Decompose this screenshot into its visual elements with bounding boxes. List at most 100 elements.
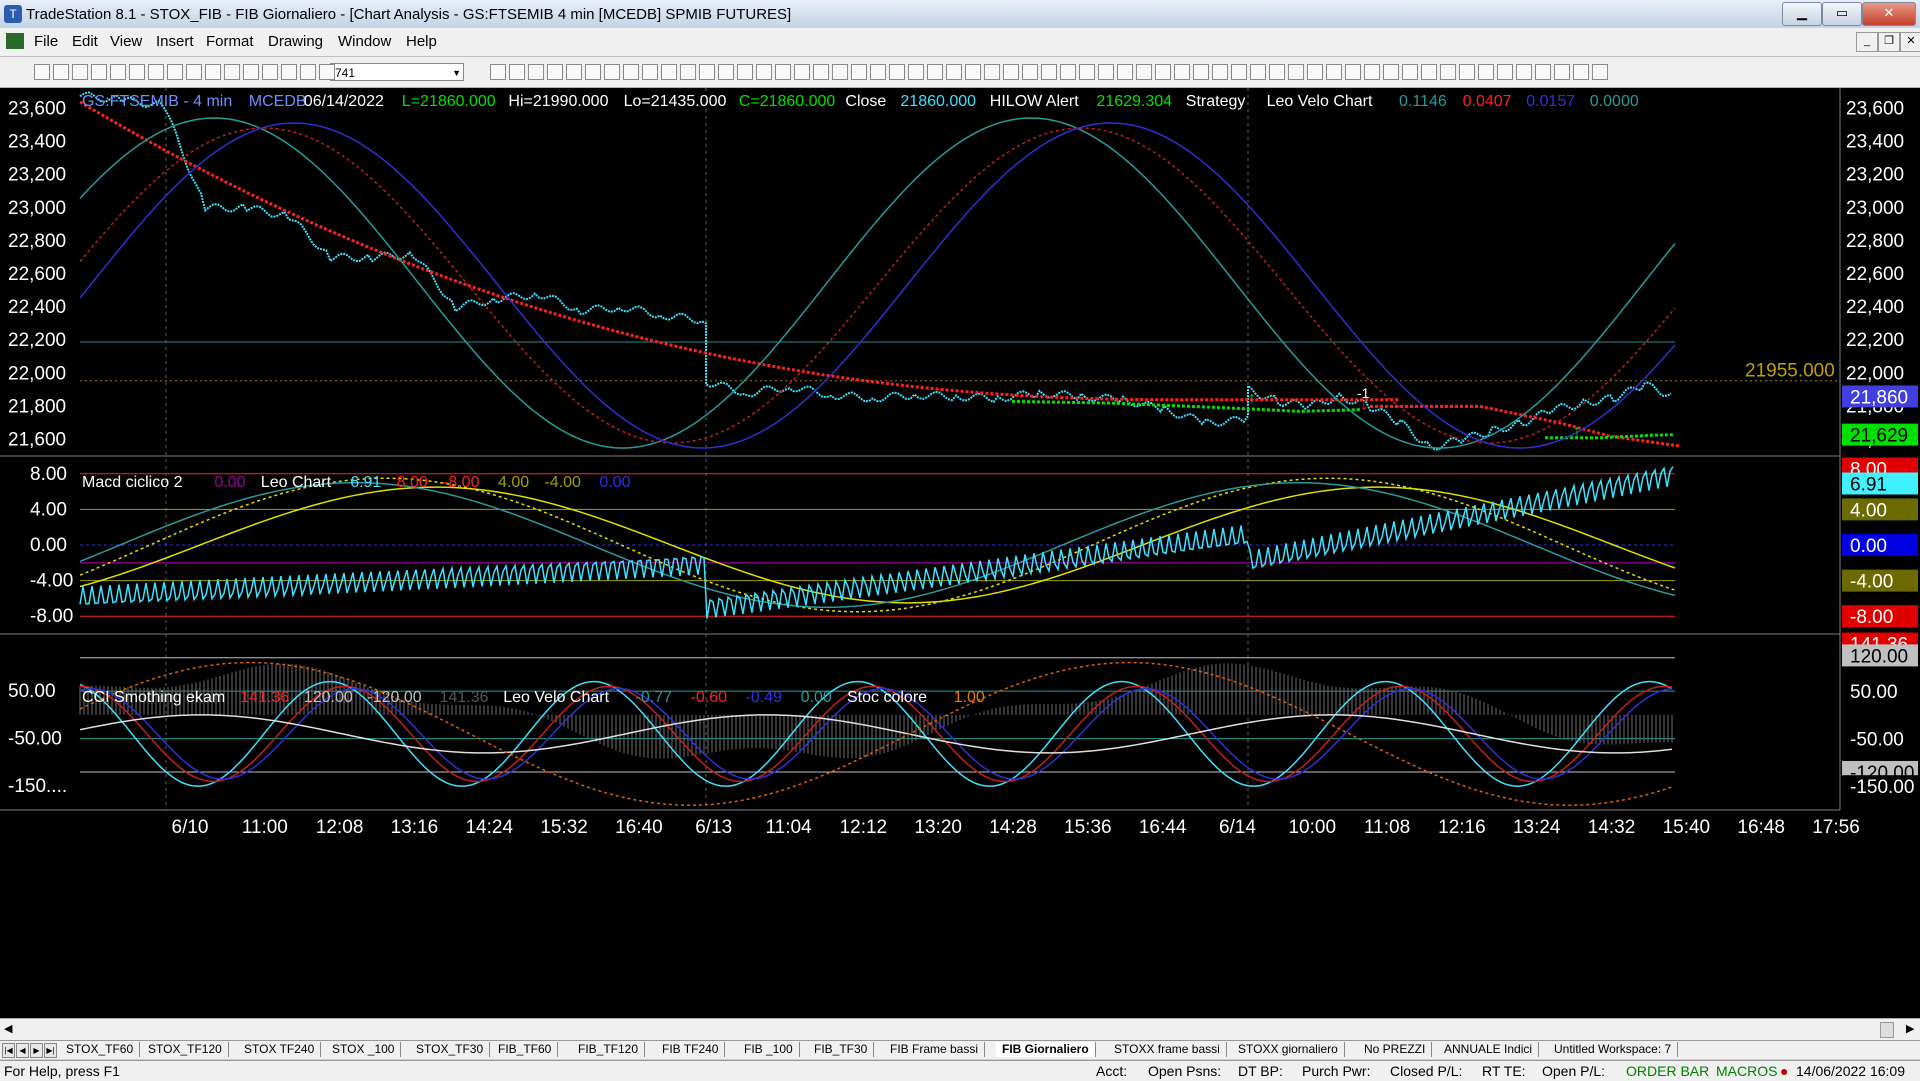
toolbar-tool-icon[interactable] <box>1535 64 1551 80</box>
toolbar-tool-icon[interactable] <box>1345 64 1361 80</box>
tab-fib-tf120[interactable]: FIB_TF120 <box>572 1042 646 1057</box>
tab-fib-tf60[interactable]: FIB_TF60 <box>492 1042 559 1057</box>
toolbar-tool-icon[interactable] <box>604 64 620 80</box>
tab-prev-icon[interactable]: ◀ <box>16 1043 29 1058</box>
toolbar-tool-icon[interactable] <box>205 64 221 80</box>
close-button[interactable]: ✕ <box>1862 2 1916 26</box>
toolbar-tool-icon[interactable] <box>851 64 867 80</box>
tab-no-prezzi[interactable]: No PREZZI <box>1358 1042 1433 1057</box>
tab-stoxx-giornaliero[interactable]: STOXX giornaliero <box>1232 1042 1345 1057</box>
tab-annuale-indici[interactable]: ANNUALE Indici <box>1438 1042 1540 1057</box>
tab-stox-tf30[interactable]: STOX_TF30 <box>410 1042 491 1057</box>
tab-next-icon[interactable]: ▶ <box>30 1043 43 1058</box>
scroll-right-icon[interactable]: ▶ <box>1906 1022 1914 1035</box>
toolbar-tool-icon[interactable] <box>1060 64 1076 80</box>
menu-drawing[interactable]: Drawing <box>268 33 323 50</box>
mdi-restore-icon[interactable]: ❐ <box>1878 32 1900 52</box>
chart-canvas[interactable]: 23,600 23,600 23,400 23,400 23,200 23,200 23,0… <box>0 88 1920 1018</box>
toolbar-tool-icon[interactable] <box>148 64 164 80</box>
toolbar-tool-icon[interactable] <box>566 64 582 80</box>
toolbar-tool-icon[interactable] <box>300 64 316 80</box>
chart-window-icon[interactable] <box>6 33 24 49</box>
toolbar-tool-icon[interactable] <box>813 64 829 80</box>
toolbar-tool-icon[interactable] <box>889 64 905 80</box>
tab-fib-tf240[interactable]: FIB TF240 <box>656 1042 726 1057</box>
toolbar-tool-icon[interactable] <box>794 64 810 80</box>
toolbar-tool-icon[interactable] <box>1117 64 1133 80</box>
status-macros[interactable]: MACROS <box>1716 1063 1777 1079</box>
status-order-bar[interactable]: ORDER BAR <box>1626 1063 1709 1079</box>
toolbar-tool-icon[interactable] <box>490 64 506 80</box>
toolbar-tool-icon[interactable] <box>1478 64 1494 80</box>
toolbar-tool-icon[interactable] <box>1041 64 1057 80</box>
toolbar-tool-icon[interactable] <box>1421 64 1437 80</box>
tab-stox-100[interactable]: STOX _100 <box>326 1042 402 1057</box>
toolbar-tool-icon[interactable] <box>1250 64 1266 80</box>
toolbar-tool-icon[interactable] <box>1383 64 1399 80</box>
toolbar-tool-icon[interactable] <box>832 64 848 80</box>
toolbar-tool-icon[interactable] <box>623 64 639 80</box>
toolbar-tool-icon[interactable] <box>1326 64 1342 80</box>
tab-last-icon[interactable]: ▶| <box>44 1043 57 1058</box>
toolbar-tool-icon[interactable] <box>680 64 696 80</box>
minimize-button[interactable]: ▁ <box>1782 2 1822 26</box>
toolbar-tool-icon[interactable] <box>319 64 335 80</box>
maximize-button[interactable]: ▭ <box>1822 2 1862 26</box>
toolbar-tool-icon[interactable] <box>1136 64 1152 80</box>
toolbar-tool-icon[interactable] <box>167 64 183 80</box>
toolbar-tool-icon[interactable] <box>1573 64 1589 80</box>
toolbar-tool-icon[interactable] <box>927 64 943 80</box>
tab-stoxx-frame-bassi[interactable]: STOXX frame bassi <box>1108 1042 1227 1057</box>
toolbar-tool-icon[interactable] <box>186 64 202 80</box>
tab-fib-100[interactable]: FIB _100 <box>738 1042 800 1057</box>
menu-format[interactable]: Format <box>206 33 254 50</box>
toolbar-tool-icon[interactable] <box>718 64 734 80</box>
toolbar-tool-icon[interactable] <box>908 64 924 80</box>
toolbar-tool-icon[interactable] <box>1022 64 1038 80</box>
toolbar-tool-icon[interactable] <box>1364 64 1380 80</box>
toolbar-tool-icon[interactable] <box>72 64 88 80</box>
toolbar-tool-icon[interactable] <box>1174 64 1190 80</box>
toolbar-tool-icon[interactable] <box>1269 64 1285 80</box>
toolbar-tool-icon[interactable] <box>1459 64 1475 80</box>
mdi-close-icon[interactable]: ✕ <box>1900 32 1920 52</box>
toolbar-tool-icon[interactable] <box>91 64 107 80</box>
toolbar-tool-icon[interactable] <box>1079 64 1095 80</box>
mdi-minimize-icon[interactable]: _ <box>1856 32 1878 52</box>
toolbar-tool-icon[interactable] <box>262 64 278 80</box>
toolbar-tool-icon[interactable] <box>1497 64 1513 80</box>
tab-fib-giornaliero[interactable]: FIB Giornaliero <box>996 1042 1096 1057</box>
scroll-left-icon[interactable]: ◀ <box>4 1022 12 1035</box>
toolbar-tool-icon[interactable] <box>1231 64 1247 80</box>
toolbar-tool-icon[interactable] <box>1098 64 1114 80</box>
menu-insert[interactable]: Insert <box>156 33 194 50</box>
toolbar-tool-icon[interactable] <box>224 64 240 80</box>
toolbar-tool-icon[interactable] <box>870 64 886 80</box>
tab-fib-tf30[interactable]: FIB_TF30 <box>808 1042 875 1057</box>
toolbar-tool-icon[interactable] <box>699 64 715 80</box>
scroll-thumb[interactable] <box>1880 1022 1894 1038</box>
toolbar-tool-icon[interactable] <box>1288 64 1304 80</box>
toolbar-tool-icon[interactable] <box>1212 64 1228 80</box>
tab-stox-tf120[interactable]: STOX_TF120 <box>142 1042 229 1057</box>
toolbar-tool-icon[interactable] <box>129 64 145 80</box>
toolbar-tool-icon[interactable] <box>547 64 563 80</box>
tab-fib-frame-bassi[interactable]: FIB Frame bassi <box>884 1042 986 1057</box>
toolbar-tool-icon[interactable] <box>110 64 126 80</box>
toolbar-tool-icon[interactable] <box>756 64 772 80</box>
menu-view[interactable]: View <box>110 33 142 50</box>
toolbar-tool-icon[interactable] <box>281 64 297 80</box>
chart-horizontal-scrollbar[interactable]: ◀ ▶ <box>0 1018 1920 1040</box>
toolbar-tool-icon[interactable] <box>661 64 677 80</box>
toolbar-tool-icon[interactable] <box>53 64 69 80</box>
toolbar-tool-icon[interactable] <box>1402 64 1418 80</box>
toolbar-tool-icon[interactable] <box>1592 64 1608 80</box>
toolbar-tool-icon[interactable] <box>243 64 259 80</box>
toolbar-tool-icon[interactable] <box>1440 64 1456 80</box>
toolbar-tool-icon[interactable] <box>1003 64 1019 80</box>
toolbar-tool-icon[interactable] <box>642 64 658 80</box>
toolbar-tool-icon[interactable] <box>34 64 50 80</box>
toolbar-tool-icon[interactable] <box>775 64 791 80</box>
menu-window[interactable]: Window <box>338 33 391 50</box>
tab-untitled-workspace-7[interactable]: Untitled Workspace: 7 <box>1548 1042 1679 1057</box>
